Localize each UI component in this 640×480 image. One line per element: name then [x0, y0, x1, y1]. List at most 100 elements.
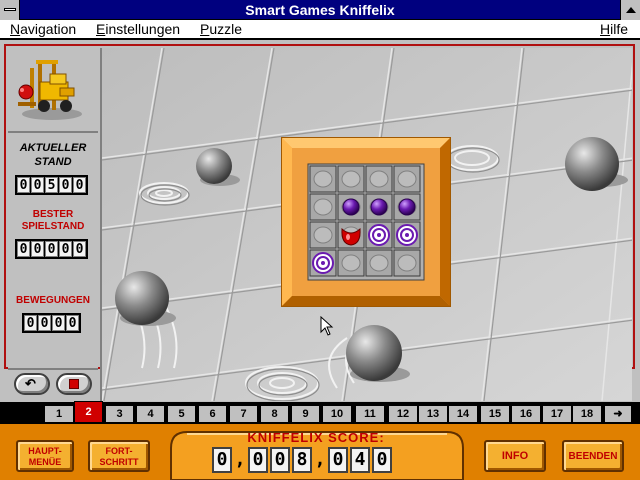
current-digit: 5: [45, 177, 58, 193]
current-digit: 0: [73, 177, 86, 193]
current-digit: 0: [59, 177, 72, 193]
progress-label-1: FORT-: [105, 446, 133, 456]
moves-digit: 0: [66, 315, 79, 331]
level-tab-3[interactable]: 3: [105, 405, 134, 423]
window-title: Smart Games Kniffelix: [245, 2, 395, 18]
title-bar: Smart Games Kniffelix: [0, 0, 640, 20]
best-score-label-2: SPIELSTAND: [21, 221, 85, 232]
level-tab-14[interactable]: 14: [448, 405, 478, 423]
undo-icon: ↶: [25, 376, 36, 391]
moves-digit: 0: [24, 315, 37, 331]
current-score-counter: 0 0 5 0 0: [15, 175, 88, 195]
system-menu-button[interactable]: [0, 0, 20, 20]
forklift-logo: [8, 48, 98, 133]
score-label: KNIFFELIX SCORE:: [247, 430, 385, 445]
level-tab-7[interactable]: 7: [229, 405, 258, 423]
level-tab-16[interactable]: 16: [511, 405, 541, 423]
menu-bar: Navigation Einstellungen Puzzle Hilfe: [0, 20, 640, 39]
best-score-label-1: BESTER: [32, 209, 74, 220]
menu-puzzle-mnemonic: P: [200, 21, 210, 37]
undo-button[interactable]: ↶: [14, 373, 50, 395]
current-digit: 0: [31, 177, 44, 193]
menu-help-mnemonic: H: [600, 21, 611, 37]
cell-hole: [313, 198, 333, 216]
score-digit: 0: [328, 447, 348, 473]
arrow-right-icon: ➜: [613, 408, 623, 420]
purple-marble[interactable]: [398, 198, 416, 216]
menu-navigation-mnemonic: N: [10, 21, 21, 37]
stop-button[interactable]: [56, 373, 92, 395]
puzzle-board[interactable]: [102, 48, 632, 401]
score-counter: 0 , 0 0 8 , 0 4 0: [212, 447, 392, 473]
level-tab-11[interactable]: 11: [355, 405, 385, 423]
menu-settings[interactable]: Einstellungen: [96, 20, 180, 38]
best-digit: 0: [73, 241, 86, 257]
score-separator: ,: [314, 449, 326, 470]
moves-digit: 0: [38, 315, 51, 331]
mouse-cursor-icon: [320, 316, 334, 336]
red-piece-highlight: [346, 234, 350, 240]
purple-marble[interactable]: [342, 198, 360, 216]
best-score-counter: 0 0 0 0 0: [15, 239, 88, 259]
target-center: [377, 233, 381, 237]
level-tab-6[interactable]: 6: [198, 405, 227, 423]
current-digit: 0: [17, 177, 30, 193]
stop-icon: [69, 379, 79, 389]
menu-settings-mnemonic: E: [96, 21, 106, 37]
target-center: [405, 233, 409, 237]
level-tab-4[interactable]: 4: [136, 405, 165, 423]
cell-hole: [397, 254, 417, 272]
cell-hole: [313, 170, 333, 188]
score-digit: 8: [292, 447, 312, 473]
level-tab-13[interactable]: 13: [418, 405, 448, 423]
menu-navigation[interactable]: Navigation: [10, 20, 76, 38]
info-button[interactable]: INFO: [484, 440, 546, 472]
score-digit: 0: [372, 447, 392, 473]
level-tab-2[interactable]: 2: [74, 401, 103, 423]
main-menu-button[interactable]: HAUPT- MENÜE: [16, 440, 74, 472]
menu-puzzle-label: uzzle: [209, 21, 243, 37]
progress-label-2: SCHRITT: [99, 457, 139, 467]
target-center: [321, 261, 325, 265]
level-tab-10[interactable]: 10: [322, 405, 352, 423]
forklift-icon: [18, 60, 82, 120]
main-menu-label-2: MENÜE: [28, 457, 62, 467]
menu-help[interactable]: Hilfe: [600, 20, 628, 38]
score-digit: 0: [212, 447, 232, 473]
maximize-icon: [626, 7, 636, 13]
purple-marble[interactable]: [370, 198, 388, 216]
level-tab-8[interactable]: 8: [260, 405, 289, 423]
best-digit: 0: [59, 241, 72, 257]
next-levels-button[interactable]: ➜: [604, 405, 632, 423]
cell-hole: [369, 254, 389, 272]
level-tab-9[interactable]: 9: [291, 405, 320, 423]
stats-panel: AKTUELLER STAND 0 0 5 0 0 BESTER SPIELST…: [8, 135, 98, 365]
moves-digit: 0: [52, 315, 65, 331]
menu-settings-label: instellungen: [105, 21, 181, 37]
moves-counter: 0 0 0 0: [22, 313, 81, 333]
score-digit: 0: [270, 447, 290, 473]
main-menu-label-1: HAUPT-: [28, 446, 62, 456]
current-score-label-1: AKTUELLER: [19, 142, 87, 154]
progress-button[interactable]: FORT- SCHRITT: [88, 440, 150, 472]
level-tab-15[interactable]: 15: [480, 405, 510, 423]
info-label: INFO: [501, 450, 529, 462]
maximize-button[interactable]: [620, 0, 640, 20]
quit-button[interactable]: BEENDEN: [562, 440, 624, 472]
level-tab-12[interactable]: 12: [388, 405, 418, 423]
score-digit: 4: [350, 447, 370, 473]
level-tab-17[interactable]: 17: [542, 405, 572, 423]
menu-puzzle[interactable]: Puzzle: [200, 20, 242, 38]
cell-hole: [369, 170, 389, 188]
menu-navigation-label: avigation: [20, 21, 77, 37]
level-tab-5[interactable]: 5: [167, 405, 196, 423]
current-score-label-2: STAND: [34, 156, 72, 168]
best-digit: 0: [45, 241, 58, 257]
score-digit: 0: [248, 447, 268, 473]
cell-hole: [341, 254, 361, 272]
level-tab-1[interactable]: 1: [44, 405, 74, 423]
game-area[interactable]: [100, 48, 632, 401]
best-digit: 0: [31, 241, 44, 257]
level-tab-18[interactable]: 18: [572, 405, 602, 423]
best-digit: 0: [17, 241, 30, 257]
